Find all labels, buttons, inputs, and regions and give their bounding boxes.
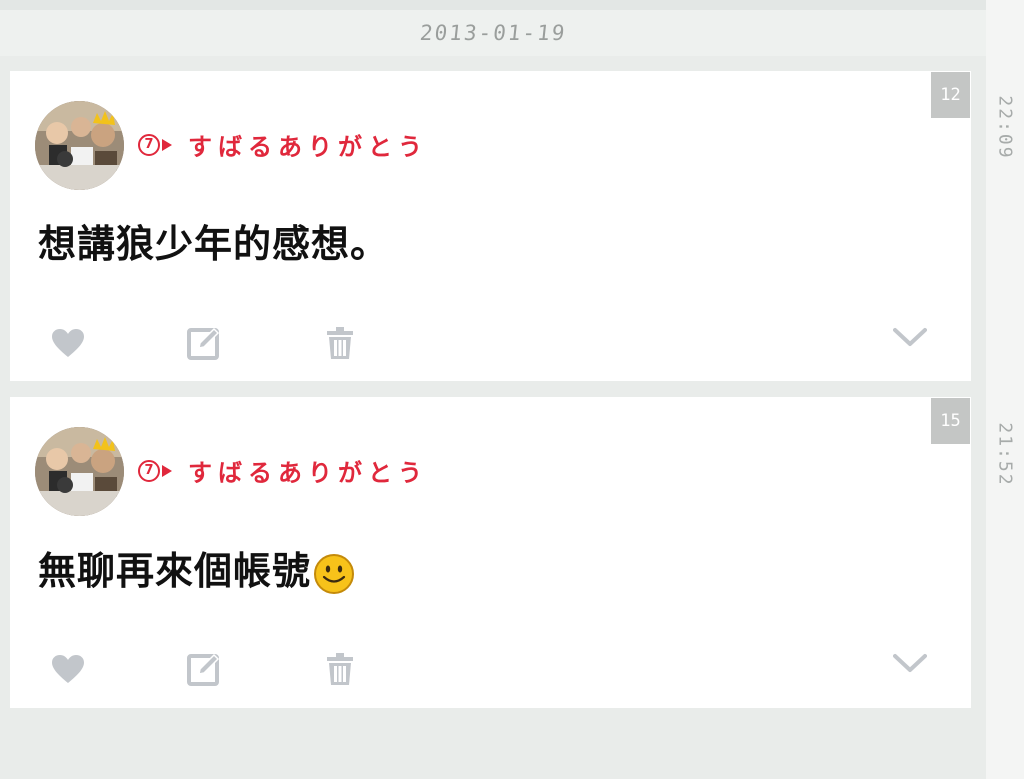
play-triangle-icon: [162, 464, 172, 477]
heart-icon: [52, 329, 84, 357]
timeline-column: 2013-01-19 12 7 すばるありがとう 想講狼少年的感想。 15 7 …: [0, 0, 986, 779]
post-text: 無聊再來個帳號: [38, 539, 355, 595]
delete-button[interactable]: [320, 649, 360, 689]
edit-button[interactable]: [184, 649, 224, 689]
post-text: 想講狼少年的感想。: [38, 213, 389, 268]
post-time: 22:09: [986, 82, 1024, 172]
heart-icon: [52, 655, 84, 683]
chevron-down-icon: [893, 328, 927, 346]
time-rail: 22:09 21:52: [986, 0, 1024, 779]
like-button[interactable]: [48, 649, 88, 689]
expand-button[interactable]: [890, 317, 930, 357]
avatar[interactable]: [35, 101, 124, 190]
post-card: 15 7 すばるありがとう 無聊再來個帳號: [10, 397, 971, 708]
avatar[interactable]: [35, 427, 124, 516]
author-row[interactable]: 7 すばるありがとう: [138, 453, 428, 488]
author-number-badge: 7: [138, 133, 160, 156]
author-name: すばるありがとう: [188, 459, 428, 487]
edit-icon: [187, 653, 220, 686]
date-header: 2013-01-19: [0, 10, 986, 56]
edit-icon: [187, 327, 220, 360]
post-actions: [48, 649, 948, 689]
post-actions: [48, 323, 948, 363]
play-triangle-icon: [162, 138, 172, 151]
count-badge: 15: [931, 398, 970, 444]
like-button[interactable]: [48, 323, 88, 363]
count-badge: 12: [931, 72, 970, 118]
author-number-badge: 7: [138, 459, 160, 482]
smiley-emoji-icon: [314, 554, 355, 594]
delete-button[interactable]: [320, 323, 360, 363]
top-strip: [0, 0, 986, 10]
edit-button[interactable]: [184, 323, 224, 363]
post-time: 21:52: [986, 409, 1024, 499]
date-header-text: 2013-01-19: [418, 21, 568, 45]
post-card: 12 7 すばるありがとう 想講狼少年的感想。: [10, 71, 971, 381]
author-row[interactable]: 7 すばるありがとう: [138, 127, 428, 162]
post-time-text: 22:09: [994, 94, 1016, 160]
author-name: すばるありがとう: [188, 133, 428, 161]
trash-icon: [327, 653, 353, 685]
expand-button[interactable]: [890, 643, 930, 683]
chevron-down-icon: [893, 654, 927, 672]
trash-icon: [327, 327, 353, 359]
post-text-content: 無聊再來個帳號: [38, 548, 312, 593]
post-text-content: 想講狼少年的感想。: [38, 222, 390, 266]
post-time-text: 21:52: [994, 421, 1016, 487]
